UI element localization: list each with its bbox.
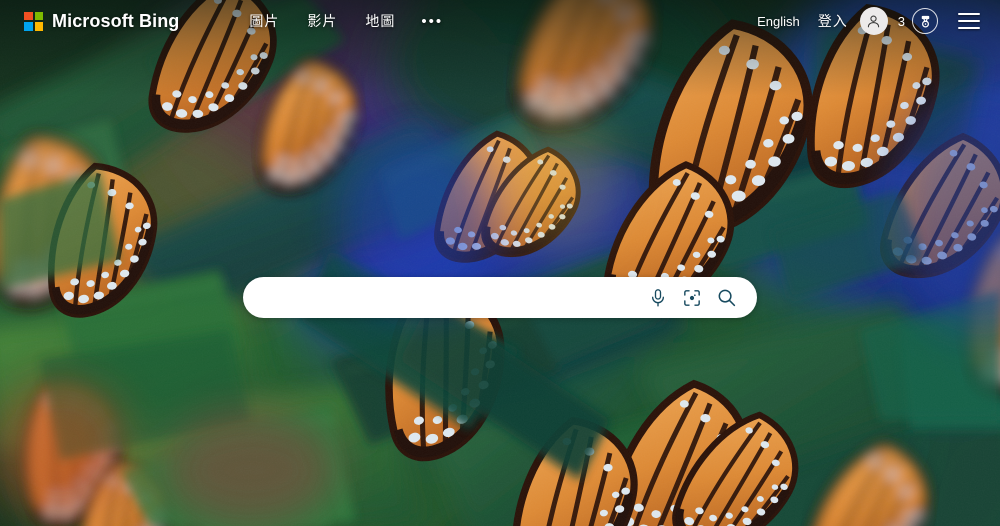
nav-item-maps[interactable]: 地圖 [351, 6, 409, 36]
rewards-count: 3 [897, 13, 905, 29]
bing-homepage: Microsoft Bing 圖片 影片 地圖 ••• English 登入 3 [0, 0, 1000, 526]
bing-logo-link[interactable]: Microsoft Bing [24, 11, 179, 32]
search-box[interactable] [243, 277, 757, 318]
nav-item-more[interactable]: ••• [409, 8, 455, 35]
search-submit-button[interactable] [709, 281, 743, 315]
search-container [243, 277, 757, 318]
brand-name: Microsoft Bing [52, 10, 180, 31]
rewards-badge[interactable] [912, 8, 938, 34]
site-header: Microsoft Bing 圖片 影片 地圖 ••• English 登入 3 [0, 0, 1000, 42]
nav-item-videos[interactable]: 影片 [293, 6, 351, 36]
sign-in-link[interactable]: 登入 [810, 5, 856, 37]
visual-search-icon [684, 289, 700, 306]
avatar[interactable] [859, 7, 888, 35]
person-icon [868, 15, 880, 27]
microphone-icon-button[interactable] [641, 281, 675, 315]
rewards-medal-icon [921, 15, 929, 27]
nav-item-images[interactable]: 圖片 [235, 6, 293, 36]
hamburger-menu-icon[interactable] [952, 6, 986, 36]
header-actions: English 登入 3 [747, 5, 986, 37]
language-selector[interactable]: English [747, 8, 810, 35]
search-magnifier-icon [718, 289, 735, 307]
microphone-icon [652, 288, 664, 306]
background-image-of-the-day[interactable] [0, 0, 1000, 526]
visual-search-icon-button[interactable] [675, 281, 709, 315]
microsoft-squares-icon [24, 11, 43, 31]
search-input[interactable] [265, 277, 641, 318]
primary-nav: 圖片 影片 地圖 ••• [235, 6, 455, 36]
